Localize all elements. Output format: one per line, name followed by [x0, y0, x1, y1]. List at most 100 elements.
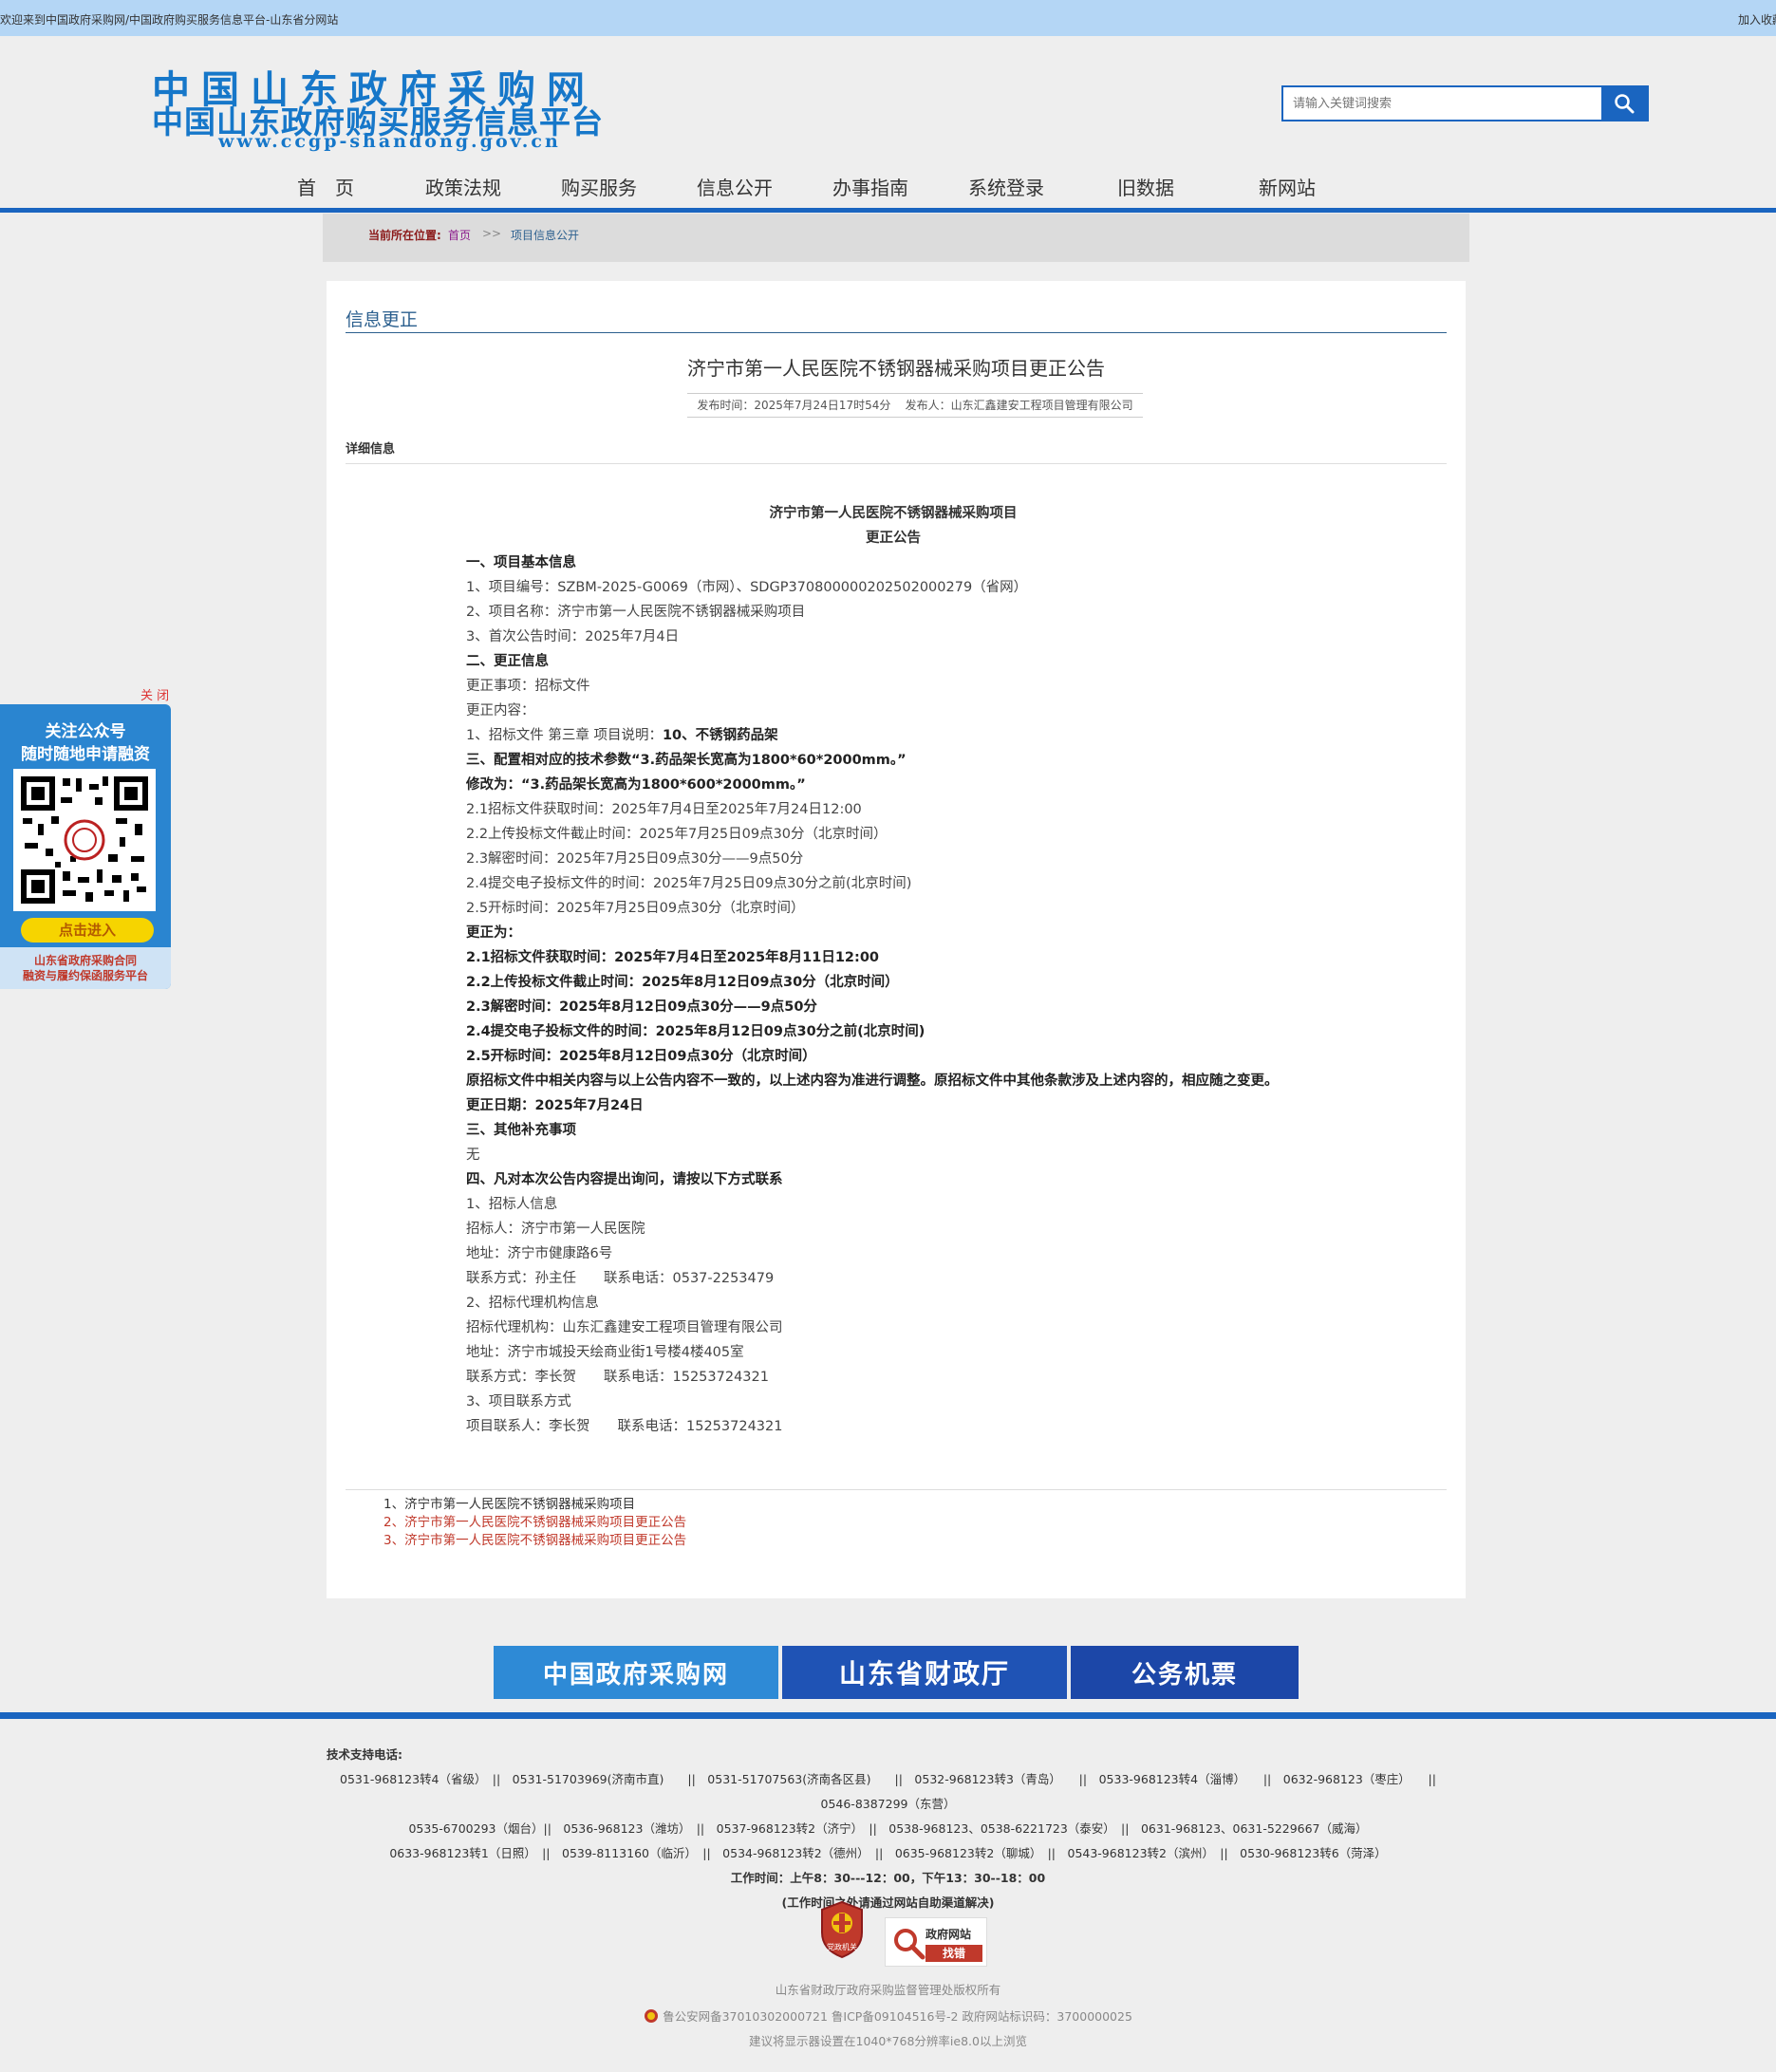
body-line: 2.2上传投标文件截止时间：2025年8月12日09点30分（北京时间） [466, 970, 1320, 995]
body-line: 一、项目基本信息 [466, 551, 1320, 575]
police-emblem-icon [645, 2009, 659, 2023]
search-input[interactable] [1283, 87, 1603, 120]
body-line-text: 三、配置相对应的技术参数“3.药品架长宽高为1800*60*2000mm。” [466, 753, 907, 768]
float-caption-line-2: 融资与履约保函服务平台 [22, 969, 148, 982]
footer-divider [0, 1712, 1776, 1719]
body-line-text: 2.5开标时间：2025年7月25日09点30分（北京时间） [466, 901, 805, 916]
beian-info: 鲁公安网备37010302000721 鲁ICP备09104516号-2 政府网… [0, 2007, 1776, 2025]
body-line-text: 地址：济宁市健康路6号 [466, 1246, 613, 1261]
top-welcome-bar: 欢迎来到中国政府采购网/中国政府购买服务信息平台-山东省分网站 加入收藏 [0, 0, 1776, 36]
body-line-text: 更正事项：招标文件 [466, 679, 590, 694]
body-line-text: 1、招标人信息 [466, 1197, 558, 1212]
magnifier-icon [894, 1929, 925, 1960]
body-line: 项目联系人：李长贺 联系电话：15253724321 [466, 1414, 1320, 1439]
float-caption: 山东省政府采购合同 融资与履约保函服务平台 [0, 947, 171, 989]
breadcrumb-current[interactable]: 项目信息公开 [511, 227, 579, 243]
body-line: 更正事项：招标文件 [466, 674, 1320, 699]
body-line: 四、凡对本次公告内容提出询问，请按以下方式联系 [466, 1167, 1320, 1192]
body-line: 更正为： [466, 921, 1320, 945]
badge-error-text: 找错 [925, 1945, 982, 1962]
body-line-text: 更正为： [466, 925, 521, 941]
body-line-text: 联系方式：李长贺 联系电话：15253724321 [466, 1370, 769, 1385]
body-line: 更正日期：2025年7月24日 [466, 1093, 1320, 1118]
body-line-text: 更正日期：2025年7月24日 [466, 1098, 644, 1113]
main-nav: 首 页 政策法规 购买服务 信息公开 办事指南 系统登录 旧数据 新网站 [0, 159, 1776, 213]
banner-ccgp[interactable]: 中国政府采购网 [494, 1646, 778, 1699]
logo-url: www.ccgp-shandong.gov.cn [218, 131, 561, 152]
body-line: 修改为：“3.药品架长宽高为1800*600*2000mm。” [466, 773, 1320, 797]
content-panel: 信息更正 济宁市第一人民医院不锈钢器械采购项目更正公告 发布时间：2025年7月… [327, 281, 1466, 1598]
body-line: 2.4提交电子投标文件的时间：2025年8月12日09点30分之前(北京时间) [466, 1019, 1320, 1044]
body-lines: 一、项目基本信息 1、项目编号：SZBM-2025-G0069（市网）、SDGP3… [466, 551, 1320, 1439]
body-line: 2.3解密时间：2025年7月25日09点30分——9点50分 [466, 847, 1320, 871]
publish-time: 发布时间：2025年7月24日17时54分 [697, 399, 891, 412]
float-close-button[interactable]: 关 闭 [140, 685, 169, 703]
body-line: 三、配置相对应的技术参数“3.药品架长宽高为1800*60*2000mm。” [466, 748, 1320, 773]
float-enter-button[interactable]: 点击进入 [21, 918, 154, 943]
add-favorite-link[interactable]: 加入收藏 [1738, 11, 1776, 28]
qr-code-image [13, 769, 156, 911]
breadcrumb-home[interactable]: 首页 [448, 227, 471, 243]
body-line: 2.5开标时间：2025年8月12日09点30分（北京时间） [466, 1044, 1320, 1069]
nav-home[interactable]: 首 页 [297, 173, 354, 200]
related-item[interactable]: 2、济宁市第一人民医院不锈钢器械采购项目更正公告 [383, 1514, 686, 1532]
nav-login[interactable]: 系统登录 [968, 173, 1044, 200]
body-line-text: 2.1招标文件获取时间：2025年7月4日至2025年8月11日12:00 [466, 950, 879, 965]
body-line-text: 2.1招标文件获取时间：2025年7月4日至2025年7月24日12:00 [466, 802, 862, 817]
work-hours-note: (工作时间之外请通过网站自助渠道解决) [781, 1895, 995, 1910]
breadcrumb-label: 当前所在位置: [368, 229, 441, 242]
body-line-text: 招标代理机构：山东汇鑫建安工程项目管理有限公司 [466, 1320, 783, 1335]
body-line: 三、其他补充事项 [466, 1118, 1320, 1143]
related-divider [346, 1489, 1447, 1490]
support-row-4: 0633-968123转1（日照） || 0539-8113160（临沂） ||… [389, 1846, 1387, 1860]
body-line-text: 更正内容： [466, 703, 535, 719]
support-label: 技术支持电话: [327, 1747, 402, 1762]
body-line-text: 一、项目基本信息 [466, 555, 576, 570]
float-line-2: 随时随地申请融资 [21, 745, 150, 764]
body-line: 2、项目名称：济宁市第一人民医院不锈钢器械采购项目 [466, 600, 1320, 625]
body-line: 招标人：济宁市第一人民医院 [466, 1217, 1320, 1241]
beian-text[interactable]: 鲁公安网备37010302000721 鲁ICP备09104516号-2 政府网… [663, 2009, 1132, 2024]
nav-policy[interactable]: 政策法规 [425, 173, 501, 200]
party-gov-badge[interactable]: 党政机关 [818, 1900, 866, 1959]
body-line: 原招标文件中相关内容与以上公告内容不一致的，以上述内容为准进行调整。原招标文件中… [466, 1069, 1320, 1093]
announcement-meta: 发布时间：2025年7月24日17时54分 发布人：山东汇鑫建安工程项目管理有限… [687, 393, 1143, 418]
nav-guide[interactable]: 办事指南 [832, 173, 908, 200]
body-line-text: 项目联系人：李长贺 联系电话：15253724321 [466, 1419, 783, 1434]
banner-air-tickets[interactable]: 公务机票 [1071, 1646, 1299, 1699]
body-line: 2.4提交电子投标文件的时间：2025年7月25日09点30分之前(北京时间) [466, 871, 1320, 896]
copyright: 山东省财政厅政府采购监督管理处版权所有 [775, 1983, 1001, 1997]
nav-old-data[interactable]: 旧数据 [1117, 173, 1174, 200]
wechat-float-card[interactable]: 关注公众号 随时随地申请融资 点击进入 山东省政府采购合同 融资与履约保函服务平… [0, 704, 171, 989]
related-item[interactable]: 1、济宁市第一人民医院不锈钢器械采购项目 [383, 1496, 686, 1514]
publisher: 发布人：山东汇鑫建安工程项目管理有限公司 [905, 399, 1133, 412]
body-line-text: 三、其他补充事项 [466, 1123, 576, 1138]
banner-finance-dept[interactable]: 山东省财政厅 [782, 1646, 1067, 1699]
float-caption-line-1: 山东省政府采购合同 [33, 954, 137, 967]
body-line: 联系方式：李长贺 联系电话：15253724321 [466, 1365, 1320, 1390]
body-line: 招标代理机构：山东汇鑫建安工程项目管理有限公司 [466, 1316, 1320, 1340]
body-line-text: 2.4提交电子投标文件的时间：2025年7月25日09点30分之前(北京时间) [466, 876, 912, 891]
body-line-text: 2.3解密时间：2025年7月25日09点30分——9点50分 [466, 851, 804, 867]
badge-gov-text: 政府网站 [925, 1928, 972, 1941]
section-title: 信息更正 [346, 309, 419, 330]
body-line-text: 四、凡对本次公告内容提出询问，请按以下方式联系 [466, 1172, 783, 1187]
search-button[interactable] [1601, 87, 1647, 120]
breadcrumb: 当前所在位置: 首页 >> 项目信息公开 [323, 214, 1469, 262]
body-line: 2.1招标文件获取时间：2025年7月4日至2025年7月24日12:00 [466, 797, 1320, 822]
site-logo[interactable]: 中国山东政府采购网 中国山东政府购买服务信息平台 www.ccgp-shando… [152, 59, 645, 154]
support-row-3: 0535-6700293（烟台）|| 0536-968123（潍坊） || 05… [408, 1821, 1368, 1836]
body-line: 1、项目编号：SZBM-2025-G0069（市网）、SDGP370800000… [466, 575, 1320, 600]
gov-site-error-badge[interactable]: 政府网站 找错 [885, 1917, 987, 1967]
nav-new-site[interactable]: 新网站 [1259, 173, 1316, 200]
announcement-title: 济宁市第一人民医院不锈钢器械采购项目更正公告 [687, 357, 1105, 380]
nav-info-public[interactable]: 信息公开 [697, 173, 773, 200]
related-item[interactable]: 3、济宁市第一人民医院不锈钢器械采购项目更正公告 [383, 1532, 686, 1550]
nav-purchase-service[interactable]: 购买服务 [561, 173, 637, 200]
detail-divider [346, 463, 1447, 464]
body-line: 二、更正信息 [466, 649, 1320, 674]
work-hours: 工作时间：上午8：30---12：00，下午13：30--18：00 [730, 1871, 1046, 1885]
search-icon [1615, 94, 1635, 114]
body-line-text: 修改为：“3.药品架长宽高为1800*600*2000mm。” [466, 777, 806, 793]
body-line-text: 2、招标代理机构信息 [466, 1296, 599, 1311]
